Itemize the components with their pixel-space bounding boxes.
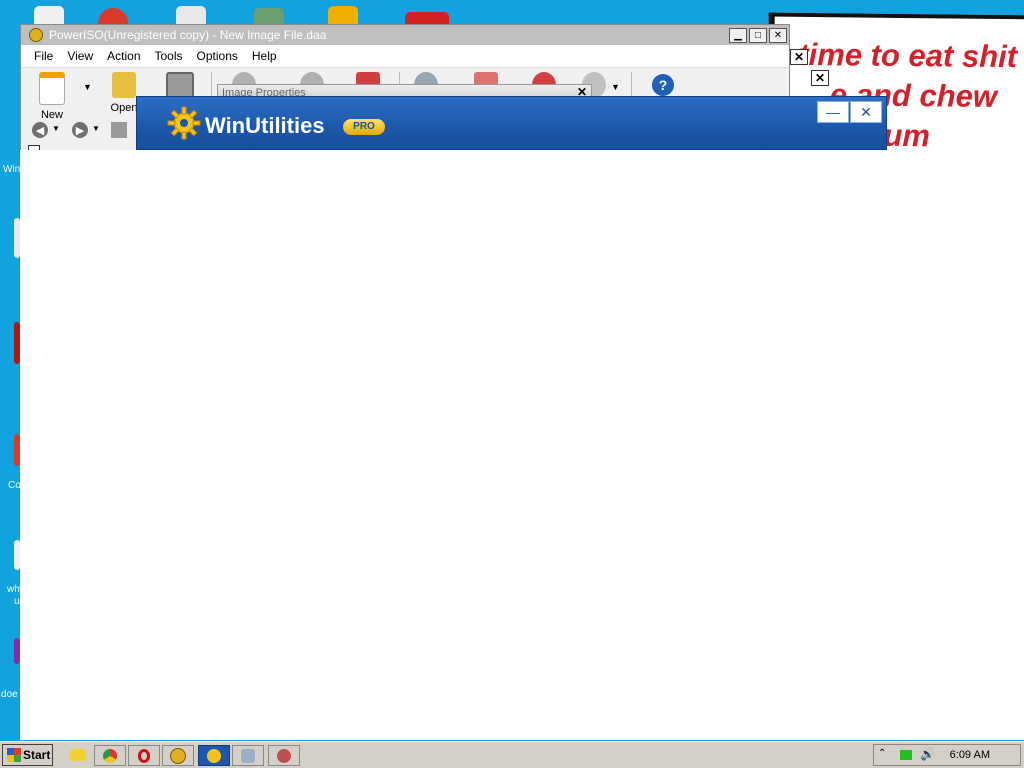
winutilities-close-button[interactable]: ✕ <box>850 101 882 123</box>
paint-icon <box>241 748 255 763</box>
desktop-label-5: doe <box>1 689 18 700</box>
opera-icon <box>138 748 150 763</box>
chrome-icon <box>103 748 117 763</box>
tool-icon <box>277 748 291 763</box>
winutilities-title: WinUtilities <box>205 113 325 138</box>
menu-options[interactable]: Options <box>197 49 238 63</box>
start-label: Start <box>23 748 51 762</box>
taskbar-opera[interactable] <box>128 745 160 766</box>
close-button[interactable]: ✕ <box>769 27 787 43</box>
network-icon[interactable] <box>900 750 912 760</box>
new-file-icon <box>39 72 65 105</box>
new-button[interactable]: New <box>27 72 77 121</box>
forward-dropdown-icon[interactable]: ▼ <box>92 124 100 133</box>
quicklaunch-icon[interactable] <box>70 749 86 761</box>
menu-bar: File View Action Tools Options Help <box>21 45 789 68</box>
windows-logo-icon <box>7 748 21 762</box>
desktop-label-1: Win <box>3 164 21 175</box>
maximize-button[interactable]: □ <box>749 27 767 43</box>
menu-file[interactable]: File <box>34 49 53 63</box>
poweriso-titlebar[interactable]: PowerISO(Unregistered copy) - New Image … <box>21 25 789 45</box>
note-close-button-1[interactable]: ✕ <box>790 49 808 65</box>
up-folder-icon[interactable] <box>111 122 127 138</box>
desktop-label-4: u <box>14 596 20 607</box>
clock[interactable]: 6:09 AM <box>950 749 990 761</box>
poweriso-icon <box>170 747 186 764</box>
help-icon[interactable]: ? <box>652 74 674 96</box>
winutilities-minimize-button[interactable]: — <box>817 101 849 123</box>
menu-tools[interactable]: Tools <box>155 49 183 63</box>
menu-action[interactable]: Action <box>107 49 140 63</box>
note-close-button-2[interactable]: ✕ <box>811 70 829 86</box>
taskbar-app-5[interactable] <box>232 745 264 766</box>
back-dropdown-icon[interactable]: ▼ <box>52 124 60 133</box>
taskbar-winutilities[interactable] <box>198 745 230 766</box>
open-folder-icon <box>112 72 136 98</box>
open-label: Open <box>110 102 138 114</box>
desktop-label-3: wh <box>7 584 20 595</box>
gear-icon <box>167 106 201 140</box>
winutilities-task-icon <box>207 748 221 763</box>
poweriso-app-icon <box>29 28 43 42</box>
system-tray: ⌃ 🔊 6:09 AM <box>873 744 1021 766</box>
back-arrow-icon[interactable]: ◀ <box>32 122 48 138</box>
taskbar-app-6[interactable] <box>268 745 300 766</box>
new-dropdown-icon[interactable]: ▼ <box>83 82 92 92</box>
poweriso-title: PowerISO(Unregistered copy) - New Image … <box>49 28 327 42</box>
navigation-row: ◀ ▼ ▶ ▼ <box>21 119 141 141</box>
pro-badge: PRO <box>343 119 385 135</box>
menu-view[interactable]: View <box>67 49 93 63</box>
start-button[interactable]: Start <box>2 744 53 766</box>
taskbar-poweriso[interactable] <box>162 745 194 766</box>
winutilities-header[interactable]: WinUtilities PRO — ✕ <box>136 96 887 150</box>
taskbar-chrome[interactable] <box>94 745 126 766</box>
menu-help[interactable]: Help <box>252 49 277 63</box>
forward-arrow-icon[interactable]: ▶ <box>72 122 88 138</box>
winutilities-content-area <box>20 150 1024 740</box>
volume-icon[interactable]: 🔊 <box>920 747 935 761</box>
mount-dropdown-icon[interactable]: ▼ <box>611 82 620 92</box>
taskbar: Start ⌃ 🔊 6:09 AM <box>0 741 1024 768</box>
minimize-button[interactable]: ▁ <box>729 27 747 43</box>
desktop-label-2: Co <box>8 480 21 491</box>
note-line-1: time to eat shit <box>798 36 1018 75</box>
tray-expand-icon[interactable]: ⌃ <box>878 748 886 759</box>
